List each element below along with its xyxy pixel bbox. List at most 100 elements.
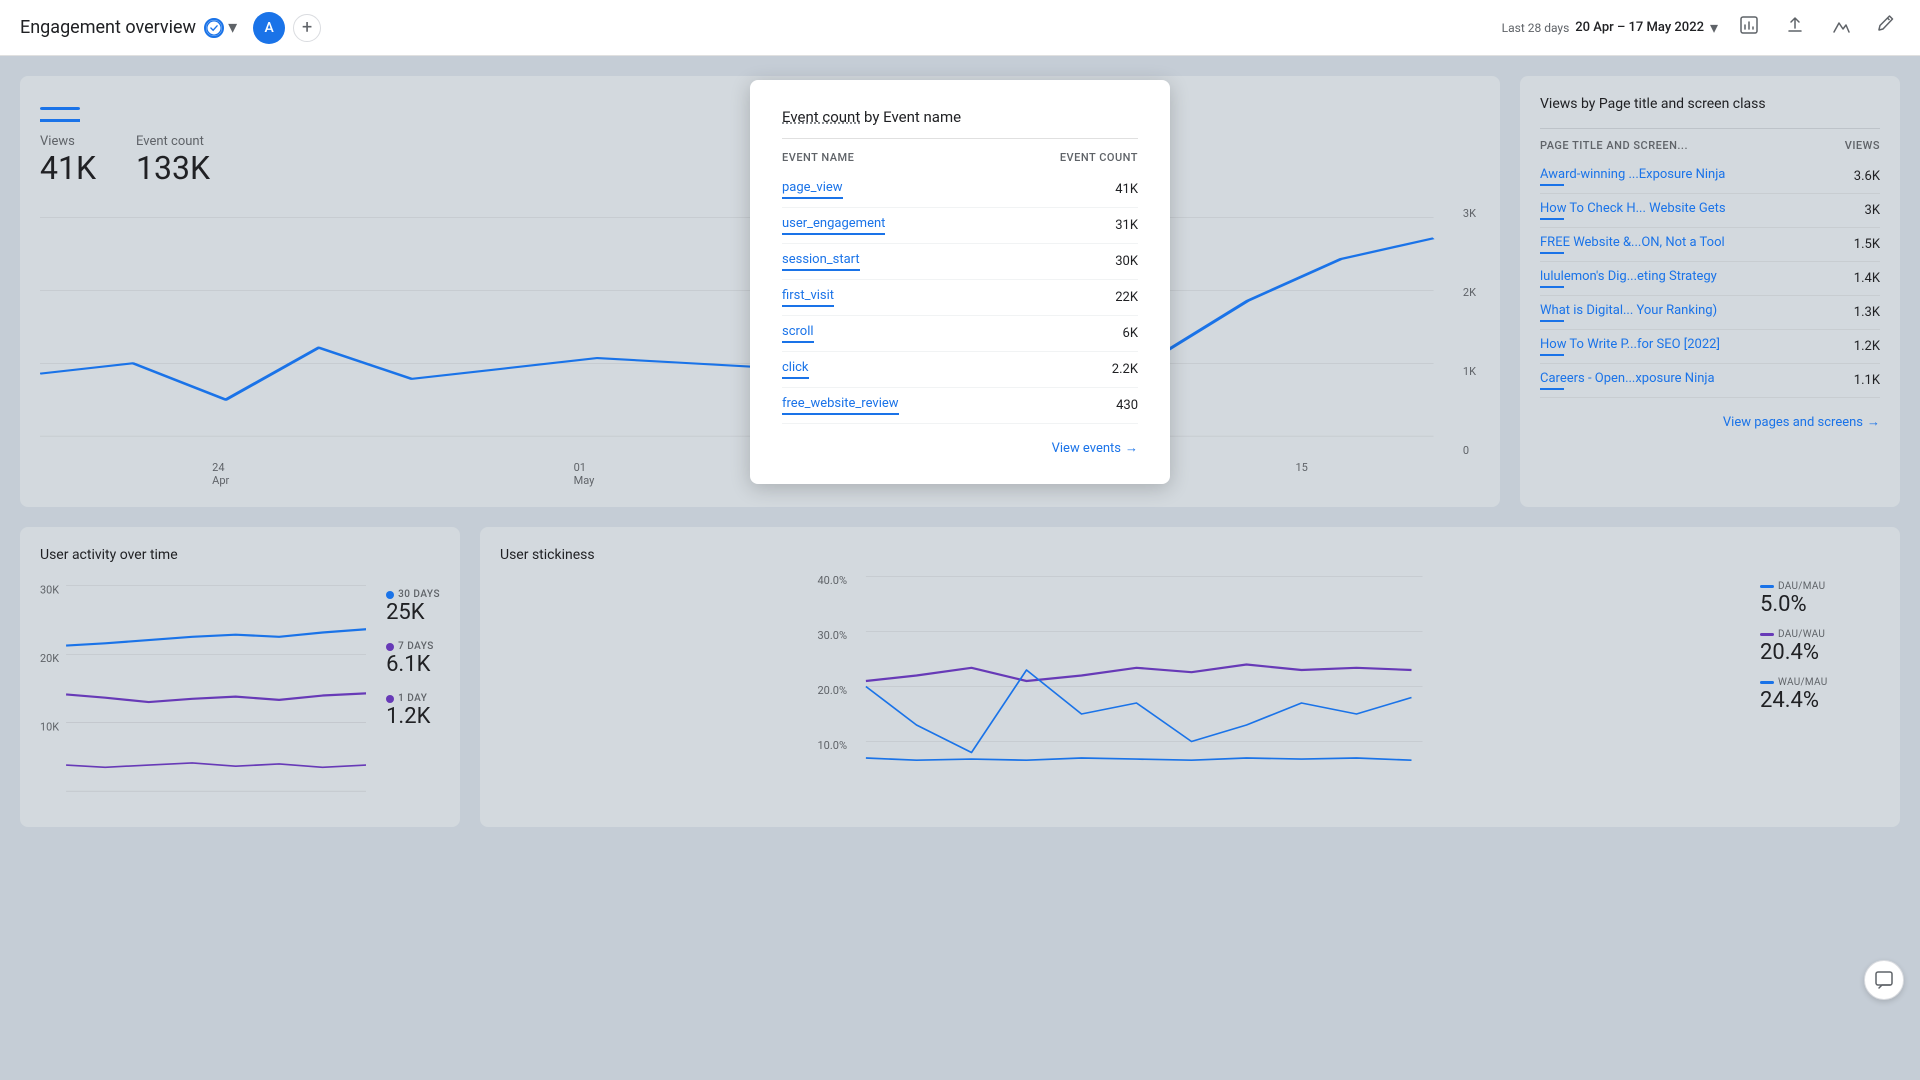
event-count-cell: 31K — [1115, 218, 1138, 233]
views-card-title: Views by Page title and screen class — [1540, 96, 1880, 112]
event-table-row: session_start 30K — [782, 244, 1138, 280]
legend-dot-1day — [386, 695, 394, 703]
views-table-body: Award-winning ...Exposure Ninja 3.6K How… — [1540, 160, 1880, 398]
page-title-link[interactable]: Careers - Open...xposure Ninja — [1540, 371, 1854, 390]
stickiness-content: 40.0% 30.0% 20.0% 10.0% — [500, 571, 1880, 791]
page-title-link[interactable]: How To Check H... Website Gets — [1540, 201, 1865, 220]
stickiness-chart: 40.0% 30.0% 20.0% 10.0% — [500, 571, 1740, 791]
activity-title: User activity over time — [40, 547, 440, 563]
svg-text:30.0%: 30.0% — [818, 629, 848, 642]
event-name-link[interactable]: scroll — [782, 324, 814, 343]
svg-text:30K: 30K — [40, 583, 59, 596]
legend-30days: 30 DAYS 25K — [386, 589, 440, 625]
event-table-body: page_view 41K user_engagement 31K sessio… — [782, 172, 1138, 424]
add-report-button[interactable]: + — [293, 14, 321, 42]
bar-dau-mau — [1760, 585, 1774, 588]
legend-dau-wau: DAU/WAU 20.4% — [1760, 629, 1880, 665]
views-cell: 3.6K — [1854, 169, 1880, 184]
page-title-link[interactable]: How To Write P...for SEO [2022] — [1540, 337, 1854, 356]
stat-event-count: Event count 133K — [136, 134, 210, 187]
event-name-link[interactable]: click — [782, 360, 809, 379]
date-range-value: 20 Apr – 17 May 2022 — [1575, 20, 1704, 35]
event-name-link[interactable]: first_visit — [782, 288, 834, 307]
svg-text:40.0%: 40.0% — [818, 574, 848, 587]
event-count-label: Event count — [136, 134, 210, 149]
activity-content: 30K 20K 10K — [40, 579, 440, 799]
page-title-link[interactable]: What is Digital... Your Ranking) — [1540, 303, 1854, 322]
event-table-row: scroll 6K — [782, 316, 1138, 352]
share-icon[interactable] — [1780, 10, 1810, 45]
event-count-cell: 22K — [1115, 290, 1138, 305]
event-table-row: first_visit 22K — [782, 280, 1138, 316]
event-count-cell: 41K — [1115, 182, 1138, 197]
event-name-link[interactable]: free_website_review — [782, 396, 899, 415]
event-table-header: EVENT NAME EVENT COUNT — [782, 151, 1138, 164]
legend-wau-mau: WAU/MAU 24.4% — [1760, 677, 1880, 713]
views-cell: 1.2K — [1854, 339, 1880, 354]
svg-text:10.0%: 10.0% — [818, 739, 848, 752]
header-right: Last 28 days 20 Apr – 17 May 2022 ▾ — [1502, 10, 1900, 45]
views-cell: 1.5K — [1854, 237, 1880, 252]
bar-dau-wau — [1760, 633, 1774, 636]
event-name-link[interactable]: page_view — [782, 180, 843, 199]
views-table-row: What is Digital... Your Ranking) 1.3K — [1540, 296, 1880, 330]
activity-chart: 30K 20K 10K — [40, 579, 366, 799]
views-cell: 1.1K — [1854, 373, 1880, 388]
legend-dot-7days — [386, 643, 394, 651]
view-events-link[interactable]: View events → — [782, 440, 1138, 456]
views-table-row: How To Check H... Website Gets 3K — [1540, 194, 1880, 228]
activity-legend: 30 DAYS 25K 7 DAYS 6.1K — [386, 579, 440, 799]
svg-text:20K: 20K — [40, 652, 59, 665]
views-table-header: PAGE TITLE AND SCREEN... VIEWS — [1540, 128, 1880, 152]
compare-icon[interactable] — [1826, 10, 1856, 45]
event-count-card: Event count by Event name EVENT NAME EVE… — [750, 80, 1170, 484]
avatar: A — [253, 12, 285, 44]
page-col-header: PAGE TITLE AND SCREEN... — [1540, 139, 1688, 152]
event-name-col-header: EVENT NAME — [782, 151, 854, 164]
bar-wau-mau — [1760, 681, 1774, 684]
svg-text:20.0%: 20.0% — [818, 684, 848, 697]
stat-views: Views 41K — [40, 134, 96, 187]
views-cell: 1.4K — [1854, 271, 1880, 286]
date-dropdown-icon[interactable]: ▾ — [1710, 18, 1718, 37]
tab-active — [40, 96, 80, 122]
edit-icon[interactable] — [1872, 11, 1900, 44]
user-activity-card: User activity over time 30K 20K 10K — [20, 527, 460, 827]
page-title-link[interactable]: Award-winning ...Exposure Ninja — [1540, 167, 1854, 186]
event-count-cell: 430 — [1116, 398, 1138, 413]
views-table-row: FREE Website &...ON, Not a Tool 1.5K — [1540, 228, 1880, 262]
views-table-row: How To Write P...for SEO [2022] 1.2K — [1540, 330, 1880, 364]
event-count-cell: 6K — [1123, 326, 1138, 341]
legend-dot-30days — [386, 591, 394, 599]
header-title: Engagement overview — [20, 17, 196, 38]
stickiness-title: User stickiness — [500, 547, 1880, 563]
page-title-link[interactable]: FREE Website &...ON, Not a Tool — [1540, 235, 1854, 254]
chart-y-labels: 3K 2K 1K 0 — [1463, 207, 1480, 457]
event-table-row: user_engagement 31K — [782, 208, 1138, 244]
views-table-row: lululemon's Dig...eting Strategy 1.4K — [1540, 262, 1880, 296]
event-card-title: Event count by Event name — [782, 108, 1138, 126]
event-count-col-header: EVENT COUNT — [1060, 151, 1138, 164]
event-count-value: 133K — [136, 149, 210, 187]
event-name-link[interactable]: session_start — [782, 252, 860, 271]
header-dropdown-icon[interactable]: ▾ — [228, 17, 237, 38]
chat-button[interactable] — [1864, 960, 1904, 1000]
report-icon[interactable] — [1734, 10, 1764, 45]
date-range-selector[interactable]: Last 28 days 20 Apr – 17 May 2022 ▾ — [1502, 18, 1718, 37]
views-col-header: VIEWS — [1845, 139, 1880, 152]
svg-text:10K: 10K — [40, 720, 59, 733]
bottom-row: User activity over time 30K 20K 10K — [20, 527, 1900, 827]
event-table-row: page_view 41K — [782, 172, 1138, 208]
event-table-row: free_website_review 430 — [782, 388, 1138, 424]
event-name-link[interactable]: user_engagement — [782, 216, 885, 235]
view-pages-link[interactable]: View pages and screens → — [1540, 414, 1880, 430]
views-cell: 1.3K — [1854, 305, 1880, 320]
header: Engagement overview ▾ A + Last 28 days 2… — [0, 0, 1920, 56]
event-count-cell: 30K — [1115, 254, 1138, 269]
page-title-link[interactable]: lululemon's Dig...eting Strategy — [1540, 269, 1854, 288]
event-count-cell: 2.2K — [1112, 362, 1138, 377]
views-value: 41K — [40, 149, 96, 187]
event-table-row: click 2.2K — [782, 352, 1138, 388]
date-label: Last 28 days — [1502, 21, 1570, 35]
user-stickiness-card: User stickiness 40.0% 30.0% 20.0% 10.0% — [480, 527, 1900, 827]
